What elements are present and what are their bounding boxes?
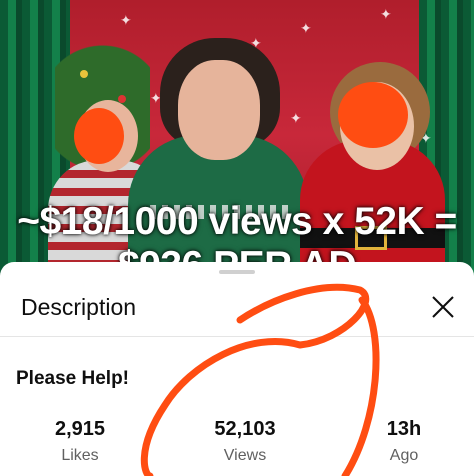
face-redaction-left bbox=[74, 108, 124, 164]
close-icon bbox=[432, 296, 454, 318]
divider bbox=[0, 336, 474, 337]
likes-label: Likes bbox=[61, 447, 99, 464]
drag-handle[interactable] bbox=[219, 270, 255, 274]
backdrop-star: ✦ bbox=[120, 12, 132, 28]
close-button[interactable] bbox=[428, 292, 458, 322]
upload-age: 13h bbox=[386, 418, 422, 440]
ornament bbox=[80, 70, 88, 78]
stat-ago: 13h Ago bbox=[374, 418, 434, 465]
video-frame[interactable]: ✦ ✦ ✦ ✦ ✦ ✦ ✦ ~$18/1000 views x 52K = $9… bbox=[0, 0, 474, 300]
views-label: Views bbox=[223, 447, 267, 464]
stat-views: 52,103 Views bbox=[195, 418, 295, 465]
backdrop-star: ✦ bbox=[380, 6, 392, 22]
overlay-caption-line1: ~$18/1000 views x 52K = bbox=[17, 200, 457, 243]
sheet-title: Description bbox=[21, 294, 137, 320]
stat-likes: 2,915 Likes bbox=[40, 418, 120, 465]
face-redaction-right bbox=[338, 82, 408, 148]
upload-age-label: Ago bbox=[389, 447, 419, 464]
person-center-face bbox=[178, 60, 260, 160]
backdrop-star: ✦ bbox=[300, 20, 312, 36]
views-count: 52,103 bbox=[214, 418, 276, 440]
description-sheet: Description Please Help! 2,915 Likes 52,… bbox=[0, 262, 474, 476]
backdrop-star: ✦ bbox=[290, 110, 302, 126]
video-title: Please Help! bbox=[16, 368, 129, 389]
likes-count: 2,915 bbox=[54, 418, 106, 440]
